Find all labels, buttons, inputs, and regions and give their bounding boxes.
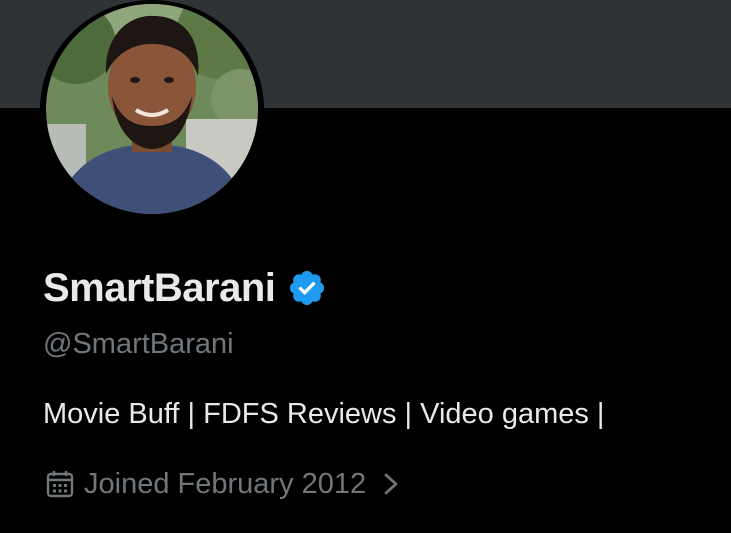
joined-date-text: Joined February 2012	[84, 468, 367, 500]
display-name: SmartBarani	[43, 266, 276, 310]
avatar-photo	[46, 4, 258, 214]
name-row: SmartBarani	[43, 262, 327, 314]
avatar-ring	[40, 0, 264, 218]
chevron-right-icon[interactable]	[380, 469, 402, 499]
avatar[interactable]	[46, 4, 258, 214]
verified-badge-icon[interactable]	[287, 268, 327, 308]
profile-handle: @SmartBarani	[43, 328, 234, 360]
joined-date-row[interactable]: Joined February 2012	[45, 464, 402, 504]
profile-bio: Movie Buff | FDFS Reviews | Video games …	[43, 398, 605, 430]
profile-header: SmartBarani @SmartBarani Movie Buff | FD…	[0, 0, 731, 533]
calendar-icon	[45, 469, 75, 499]
